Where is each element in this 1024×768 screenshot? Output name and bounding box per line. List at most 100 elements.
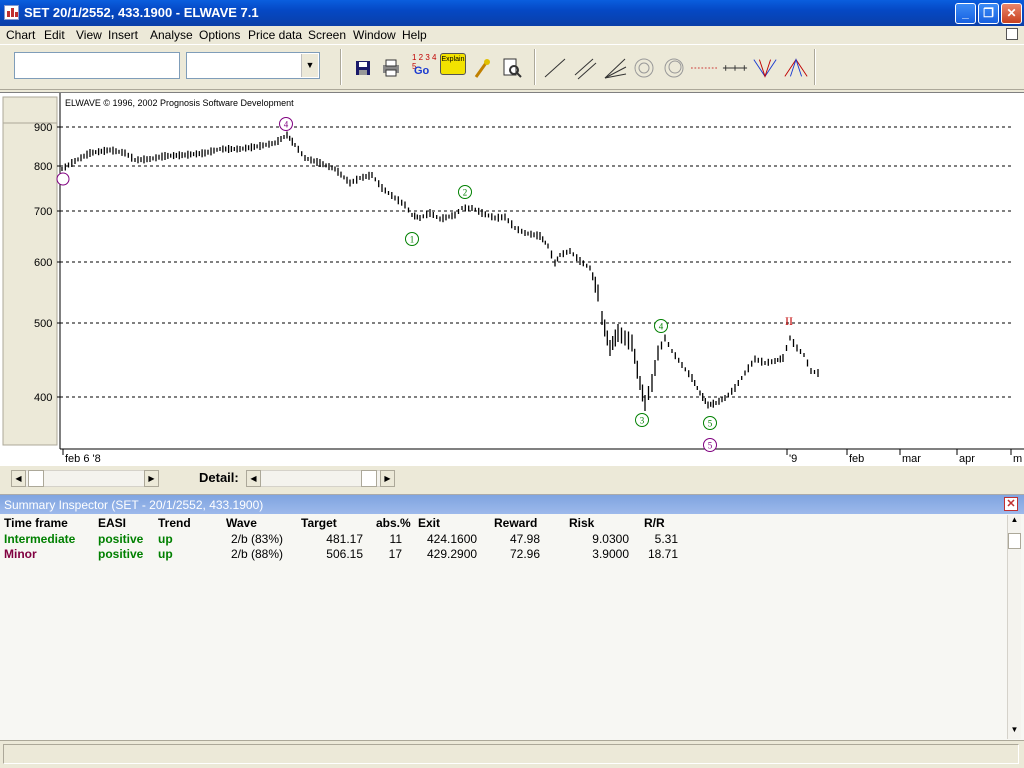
x-tick-label: '9 — [789, 453, 797, 465]
menu-help[interactable]: Help — [402, 28, 427, 42]
inspector-close-icon[interactable]: ✕ — [1004, 497, 1018, 511]
app-icon[interactable] — [4, 5, 19, 20]
wave-label-5: 5 — [703, 416, 717, 430]
wave-label-1: 1 — [405, 232, 419, 246]
col-rr: R/R — [644, 516, 665, 530]
col-easi: EASI — [98, 516, 127, 530]
wave-label-3: 3 — [635, 413, 649, 427]
row1-trend: up — [158, 532, 173, 546]
svg-text:4: 4 — [659, 322, 664, 332]
row2-target: 506.15 — [326, 547, 363, 561]
toolbar: ▼ 1 2 3 4 5 Go Explain — [0, 44, 1024, 90]
wave-label-ii: II — [785, 314, 793, 328]
svg-text:3: 3 — [640, 416, 645, 426]
menu-edit[interactable]: Edit — [44, 28, 65, 42]
menu-screen[interactable]: Screen — [308, 28, 346, 42]
symbol-input[interactable] — [14, 52, 180, 79]
y-tick-label: 700 — [34, 206, 52, 218]
close-button[interactable]: ✕ — [1001, 3, 1022, 24]
price-chart[interactable]: 900800700600500400 feb 6 '8'9 feb mar apr m … — [0, 93, 1024, 467]
goto-wave-button[interactable]: 1 2 3 4 5 Go — [410, 51, 438, 83]
row2-trend: up — [158, 547, 173, 561]
x-tick-label: feb — [849, 453, 864, 465]
scroll-right-icon[interactable]: ▶ — [144, 470, 159, 487]
parallel-lines-icon[interactable] — [572, 55, 598, 81]
status-panel — [3, 744, 1019, 764]
col-trend: Trend — [158, 516, 191, 530]
copyright-text: ELWAVE © 1996, 2002 Prognosis Software D… — [65, 98, 294, 108]
row2-easi: positive — [98, 547, 144, 561]
row1-rr: 5.31 — [654, 532, 678, 546]
y-tick-label: 600 — [34, 257, 52, 269]
explain-label: Explain — [441, 56, 465, 63]
row1-easi: positive — [98, 532, 144, 546]
chart-scroll-thumb[interactable] — [28, 470, 44, 487]
col-abs-pct: abs.% — [376, 516, 411, 530]
row1-exit: 424.1600 — [427, 532, 478, 546]
status-bar — [0, 740, 1024, 768]
col-target: Target — [301, 516, 337, 530]
inspector-title: Summary Inspector (SET - 20/1/2552, 433.… — [4, 498, 264, 512]
wave-label-4: 4 — [654, 319, 668, 333]
menu-insert[interactable]: Insert — [108, 28, 138, 42]
fan-lines-icon[interactable] — [602, 55, 628, 81]
row2-rr: 18.71 — [647, 547, 678, 561]
y-tick-label: 400 — [34, 392, 52, 404]
menu-options[interactable]: Options — [199, 28, 240, 42]
inspector-header: Summary Inspector (SET - 20/1/2552, 433.… — [0, 495, 1024, 514]
magic-wand-icon[interactable] — [470, 55, 496, 81]
inspector-vscroll[interactable]: ▲ ▼ — [1007, 515, 1021, 739]
row2-reward: 72.96 — [509, 547, 540, 561]
print-icon[interactable] — [378, 55, 404, 81]
horizontal-line-icon[interactable] — [691, 55, 717, 81]
minimize-button[interactable]: _ — [955, 3, 976, 24]
trendline-icon[interactable] — [542, 55, 568, 81]
y-tick-label: 900 — [34, 122, 52, 134]
save-icon[interactable] — [350, 55, 376, 81]
row1-abs: 11 — [389, 532, 402, 546]
arc-icon[interactable] — [631, 55, 657, 81]
svg-text:1: 1 — [410, 235, 415, 245]
detail-right-icon[interactable]: ▶ — [380, 470, 395, 487]
chart-area[interactable]: 900 800 700 600 500 400 feb 6 '8'9 feb mar apr m … — [0, 92, 1024, 466]
chevron-down-icon[interactable]: ▼ — [301, 54, 318, 77]
x-tick-label: m — [1013, 453, 1022, 465]
svg-text:5: 5 — [708, 419, 713, 429]
fan-down-icon[interactable] — [752, 55, 778, 81]
window-title: SET 20/1/2552, 433.1900 - ELWAVE 7.1 — [24, 5, 259, 20]
row2-exit: 429.2900 — [427, 547, 478, 561]
menu-view[interactable]: View — [76, 28, 102, 42]
scroll-left-icon[interactable]: ◀ — [11, 470, 26, 487]
menu-price-data[interactable]: Price data — [248, 28, 302, 42]
major-wave-label-5: 5 — [703, 438, 717, 452]
col-timeframe: Time frame — [4, 516, 68, 530]
row1-reward: 47.98 — [509, 532, 540, 546]
menu-window[interactable]: Window — [353, 28, 396, 42]
mdi-restore-button[interactable] — [1006, 28, 1018, 40]
scroll-up-icon[interactable]: ▲ — [1008, 515, 1021, 529]
title-bar[interactable]: SET 20/1/2552, 433.1900 - ELWAVE 7.1 _ ❐… — [0, 0, 1024, 26]
svg-text:4: 4 — [284, 120, 289, 130]
menu-chart[interactable]: Chart — [6, 28, 35, 42]
menu-analyse[interactable]: Analyse — [150, 28, 193, 42]
summary-inspector: Summary Inspector (SET - 20/1/2552, 433.… — [0, 494, 1024, 740]
explain-button[interactable]: Explain — [440, 53, 466, 75]
timeframe-combo[interactable]: ▼ — [186, 52, 320, 79]
x-tick-label: mar — [902, 453, 921, 465]
measure-line-icon[interactable] — [722, 55, 748, 81]
restore-button[interactable]: ❐ — [978, 3, 999, 24]
detail-slider-thumb[interactable] — [361, 470, 377, 487]
row1-wave: 2/b (83%) — [231, 532, 284, 546]
y-tick-label: 800 — [34, 161, 52, 173]
detail-left-icon[interactable]: ◀ — [246, 470, 261, 487]
col-wave: Wave — [226, 516, 257, 530]
row1-target: 481.17 — [326, 532, 363, 546]
circle-icon[interactable] — [661, 55, 687, 81]
row2-timeframe: Minor — [4, 547, 37, 561]
fan-up-icon[interactable] — [783, 55, 809, 81]
inspector-scroll-thumb[interactable] — [1008, 533, 1021, 549]
row2-abs: 17 — [388, 547, 402, 561]
chart-scroll-row: ◀ ▶ Detail: ◀ ▶ — [0, 466, 1024, 492]
zoom-document-icon[interactable] — [499, 55, 525, 81]
scroll-down-icon[interactable]: ▼ — [1008, 725, 1021, 739]
